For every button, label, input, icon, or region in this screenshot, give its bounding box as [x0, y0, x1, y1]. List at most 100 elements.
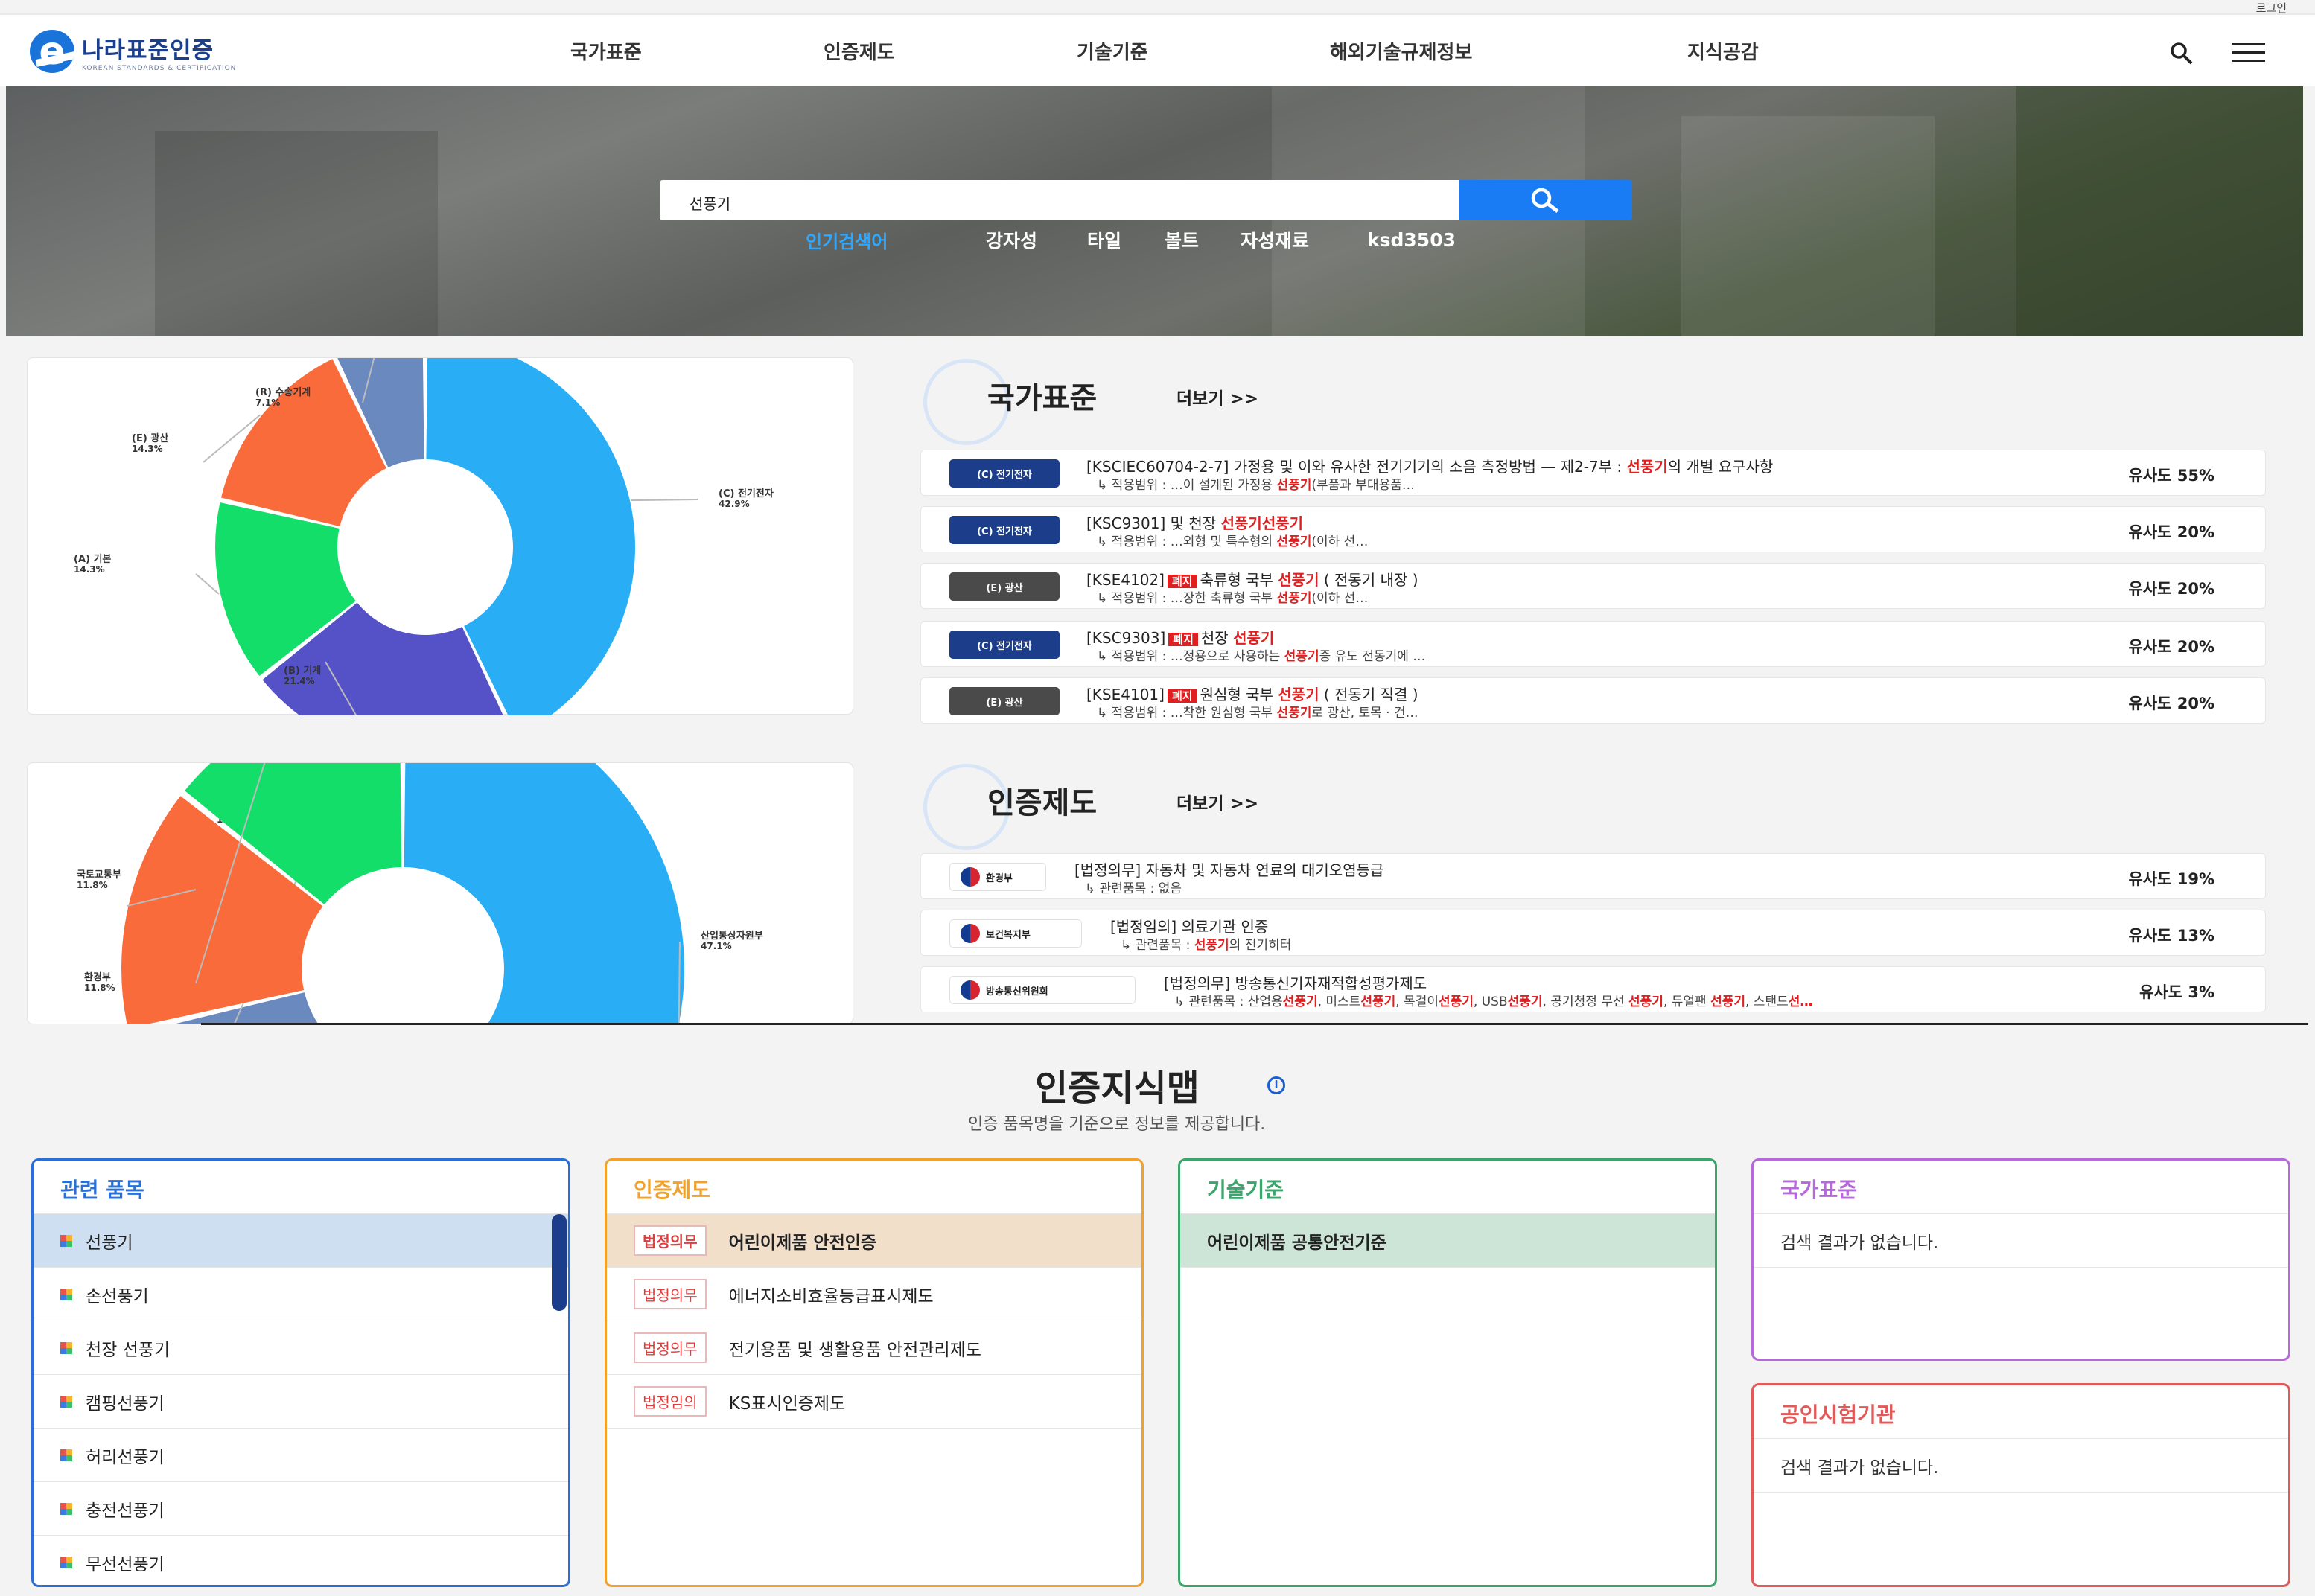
empty-message: 검색 결과가 없습니다.: [1754, 1214, 2288, 1268]
certification-item[interactable]: 법정임의 KS표시인증제도: [607, 1375, 1141, 1429]
certification-box: 인증제도 법정의무 어린이제품 안전인증 법정의무 에너지소비효율등급표시제도 법정의무…: [605, 1158, 1144, 1587]
related-item[interactable]: 무선선풍기: [34, 1536, 568, 1585]
popular-keyword[interactable]: 강자성: [986, 226, 1037, 253]
category-badge: (C) 전기전자: [949, 459, 1060, 488]
logo-e-icon: e: [30, 30, 74, 73]
slice-label: (E) 광산: [132, 432, 168, 444]
related-item[interactable]: 캠핑선풍기: [34, 1375, 568, 1429]
popular-keyword[interactable]: ksd3503: [1367, 229, 1456, 251]
certification-box-title: 인증제도: [607, 1161, 1141, 1214]
standard-scope: ↳ 적용범위 : …착한 원심형 국부 선풍기로 광산, 토목 · 건…: [1097, 706, 1418, 721]
scroll-divider: [201, 1023, 2308, 1025]
national-standard-box-title: 국가표준: [1754, 1161, 2288, 1214]
certification-chart: 산업통상자원부47.1%고용노동부11.8%국토교통부11.8%환경부11.8%: [77, 763, 763, 1024]
similarity: 유사도 13%: [2128, 927, 2214, 945]
similarity: 유사도 20%: [2128, 695, 2214, 712]
certification-item[interactable]: 법정의무 에너지소비효율등급표시제도: [607, 1268, 1141, 1321]
label-leader-line: [195, 573, 220, 595]
nav-overseas-regulation[interactable]: 해외기술규제정보: [1330, 37, 1472, 65]
national-standard-row[interactable]: (C) 전기전자 [KSC9301] 및 천장 선풍기선풍기 ↳ 적용범위 : …외…: [920, 506, 2266, 552]
national-standard-row[interactable]: (C) 전기전자 [KSCIEC60704-2-7] 가정용 및 이와 유사한 전…: [920, 450, 2266, 496]
nav-knowledge[interactable]: 지식공감: [1687, 37, 1759, 65]
related-item[interactable]: 충전선풍기: [34, 1482, 568, 1536]
category-badge: (C) 전기전자: [949, 516, 1060, 544]
similarity: 유사도 20%: [2128, 523, 2214, 541]
slice-label: 국토교통부: [77, 869, 121, 881]
national-standard-title: 국가표준: [987, 381, 1098, 415]
category-badge: (C) 전기전자: [949, 631, 1060, 659]
search-button[interactable]: [1459, 180, 1632, 220]
grid-icon: [60, 1502, 72, 1515]
grid-icon: [60, 1556, 72, 1568]
popular-keyword[interactable]: 볼트: [1165, 226, 1199, 253]
national-standard-row[interactable]: (E) 광산 [KSE4101] 폐지 원심형 국부 선풍기 ( 전동기 직결 ) ↳ …: [920, 677, 2266, 724]
certification-more-link[interactable]: 더보기 >>: [1176, 789, 1258, 814]
standard-title[interactable]: [KSE4101] 폐지 원심형 국부 선풍기 ( 전동기 직결 ): [1086, 683, 1418, 704]
standard-scope: ↳ 적용범위 : …장한 축류형 국부 선풍기(이하 선…: [1097, 591, 1369, 606]
grid-icon: [60, 1449, 72, 1461]
certification-row[interactable]: 환경부 [법정의무] 자동차 및 자동차 연료의 대기오염등급 ↳ 관련품목 : 없…: [920, 853, 2266, 899]
related-item[interactable]: 허리선풍기: [34, 1429, 568, 1482]
knowledge-map-subtitle: 인증 품목명을 기준으로 정보를 제공합니다.: [968, 1115, 1266, 1134]
certification-item[interactable]: 법정의무 어린이제품 안전인증: [607, 1214, 1141, 1268]
slice-value-label: 11.8%: [84, 983, 115, 993]
category-badge: (E) 광산: [949, 572, 1060, 601]
grid-icon: [60, 1234, 72, 1247]
logo-subtitle: KOREAN STANDARDS & CERTIFICATION: [82, 64, 237, 72]
nav-tech-standard[interactable]: 기술기준: [1077, 37, 1148, 65]
national-standard-chart-card: (C) 전기전자 42.9% (B) 기계 21.4% (A) 기본 14.3% (E) 광…: [27, 337, 853, 757]
related-items-box: 관련 품목 선풍기 손선풍기 천장 선풍기 캠핑선풍기 허리선풍기 충전선풍기 무선선풍기: [31, 1158, 570, 1587]
law-type-tag: 법정임의: [634, 1386, 707, 1417]
testing-agency-box: 공인시험기관 검색 결과가 없습니다.: [1751, 1383, 2290, 1587]
law-type-tag: 법정의무: [634, 1279, 707, 1309]
ministry-badge: 환경부: [949, 863, 1046, 891]
certification-title-text[interactable]: [법정의무] 방송통신기자재적합성평가제도: [1164, 971, 1427, 993]
taegeuk-icon: [961, 924, 980, 943]
standard-title[interactable]: [KSC9301] 및 천장 선풍기선풍기: [1086, 511, 1303, 533]
standard-scope: ↳ 적용범위 : …이 설계된 가정용 선풍기(부품과 부대용품…: [1097, 478, 1415, 493]
tech-standard-item[interactable]: 어린이제품 공통안전기준: [1180, 1214, 1715, 1268]
ministry-badge: 보건복지부: [949, 919, 1082, 948]
grid-icon: [60, 1395, 72, 1408]
ministry-badge: 방송통신위원회: [949, 976, 1136, 1004]
certification-row[interactable]: 보건복지부 [법정임의] 의료기관 인증 ↳ 관련품목 : 선풍기의 전기히터 유사도…: [920, 910, 2266, 956]
standard-title[interactable]: [KSC9303] 폐지 천장 선풍기: [1086, 626, 1274, 648]
info-icon[interactable]: i: [1267, 1076, 1285, 1094]
slice-value-label: 11.8%: [77, 880, 108, 890]
certification-chart-card: 산업통상자원부47.1%고용노동부11.8%국토교통부11.8%환경부11.8%: [27, 762, 853, 1024]
header: e 나라표준인증 KOREAN STANDARDS & CERTIFICATIO…: [0, 15, 2315, 86]
standard-title[interactable]: [KSCIEC60704-2-7] 가정용 및 이와 유사한 전기기기의 소음 …: [1086, 455, 1773, 476]
certification-title-text[interactable]: [법정의무] 자동차 및 자동차 연료의 대기오염등급: [1074, 858, 1383, 880]
similarity: 유사도 55%: [2128, 467, 2214, 485]
related-item[interactable]: 천장 선풍기: [34, 1321, 568, 1375]
taegeuk-icon: [961, 980, 980, 1000]
popular-keyword[interactable]: 자성재료: [1241, 226, 1309, 253]
slice-value-label: 21.4%: [284, 676, 315, 686]
slice-label: 산업통상자원부: [701, 930, 763, 942]
scrollbar[interactable]: [552, 1214, 567, 1311]
certification-row[interactable]: 방송통신위원회 [법정의무] 방송통신기자재적합성평가제도 ↳ 관련품목 : 산업용…: [920, 966, 2266, 1012]
label-leader-line: [631, 499, 698, 502]
menu-icon[interactable]: [2232, 42, 2267, 64]
empty-message: 검색 결과가 없습니다.: [1754, 1439, 2288, 1493]
related-item[interactable]: 선풍기: [34, 1214, 568, 1268]
national-standard-row[interactable]: (C) 전기전자 [KSC9303] 폐지 천장 선풍기 ↳ 적용범위 : …정용으로 …: [920, 621, 2266, 667]
logo-title: 나라표준인증: [82, 36, 214, 64]
law-type-tag: 법정의무: [634, 1332, 707, 1363]
slice-label: (R) 수송기계: [255, 387, 311, 398]
nav-certification[interactable]: 인증제도: [824, 37, 895, 65]
search-input[interactable]: 선풍기: [660, 180, 1461, 220]
national-standard-row[interactable]: (E) 광산 [KSE4102] 폐지 축류형 국부 선풍기 ( 전동기 내장 ) ↳ …: [920, 563, 2266, 609]
related-item[interactable]: 손선풍기: [34, 1268, 568, 1321]
search-icon[interactable]: [2167, 39, 2197, 68]
national-standard-more-link[interactable]: 더보기 >>: [1176, 384, 1258, 409]
slice-value-label: 47.1%: [701, 941, 732, 951]
certification-item[interactable]: 법정의무 전기용품 및 생활용품 안전관리제도: [607, 1321, 1141, 1375]
logo[interactable]: e 나라표준인증 KOREAN STANDARDS & CERTIFICATIO…: [30, 30, 236, 73]
certification-title-text[interactable]: [법정임의] 의료기관 인증: [1110, 915, 1268, 936]
national-standard-chart: (C) 전기전자42.9%(B) 기계21.4%(A) 기본14.3%(E) 광…: [74, 337, 774, 757]
standard-scope: ↳ 적용범위 : …외형 및 특수형의 선풍기(이하 선…: [1097, 534, 1369, 549]
popular-keyword[interactable]: 타일: [1087, 226, 1121, 253]
standard-title[interactable]: [KSE4102] 폐지 축류형 국부 선풍기 ( 전동기 내장 ): [1086, 568, 1418, 590]
nav-national-standard[interactable]: 국가표준: [570, 37, 642, 65]
